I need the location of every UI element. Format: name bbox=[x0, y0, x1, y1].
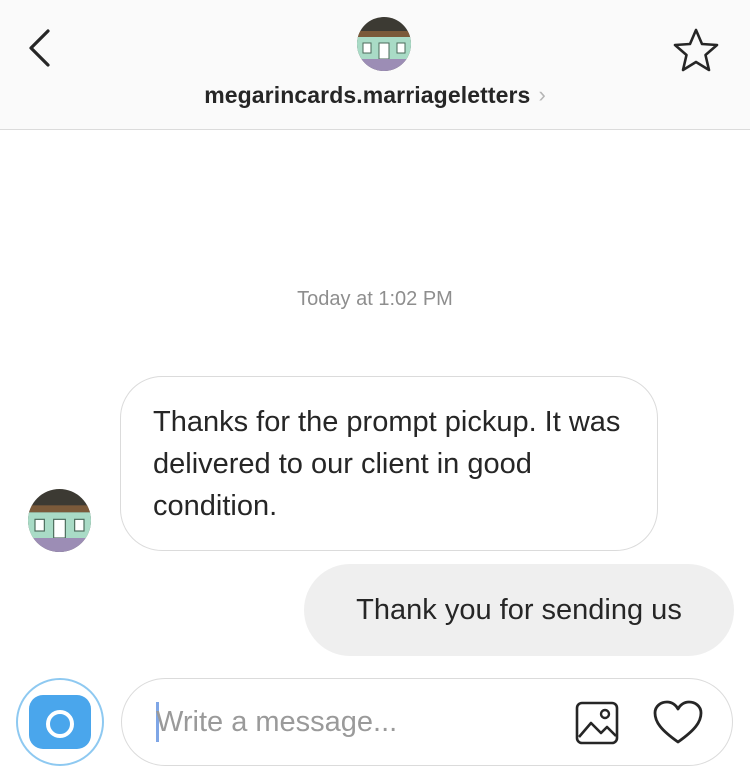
image-gallery-icon bbox=[575, 701, 619, 745]
chevron-right-icon: › bbox=[538, 82, 546, 107]
incoming-message-bubble[interactable]: Thanks for the prompt pickup. It was del… bbox=[120, 376, 658, 551]
outgoing-message-bubble[interactable]: Thank you for sending us bbox=[304, 564, 734, 656]
camera-button[interactable] bbox=[16, 678, 104, 766]
gallery-button[interactable] bbox=[574, 700, 620, 746]
like-button[interactable] bbox=[652, 698, 704, 748]
camera-icon bbox=[29, 695, 91, 749]
header-avatar[interactable] bbox=[357, 17, 411, 71]
message-input[interactable] bbox=[156, 699, 556, 745]
message-composer bbox=[121, 678, 733, 766]
conversation-title[interactable]: megarincards.marriageletters › bbox=[0, 78, 750, 112]
star-outline-icon bbox=[673, 28, 719, 72]
username: megarincards.marriageletters bbox=[204, 81, 531, 108]
sender-avatar[interactable] bbox=[28, 489, 91, 552]
storefront-avatar bbox=[357, 17, 411, 71]
storefront-avatar bbox=[28, 489, 91, 552]
chevron-left-icon bbox=[29, 29, 50, 67]
chat-header: megarincards.marriageletters › bbox=[0, 0, 750, 130]
heart-outline-icon bbox=[653, 700, 703, 744]
message-timestamp: Today at 1:02 PM bbox=[297, 288, 453, 310]
back-button[interactable] bbox=[22, 26, 58, 70]
favorite-star-button[interactable] bbox=[670, 24, 722, 76]
